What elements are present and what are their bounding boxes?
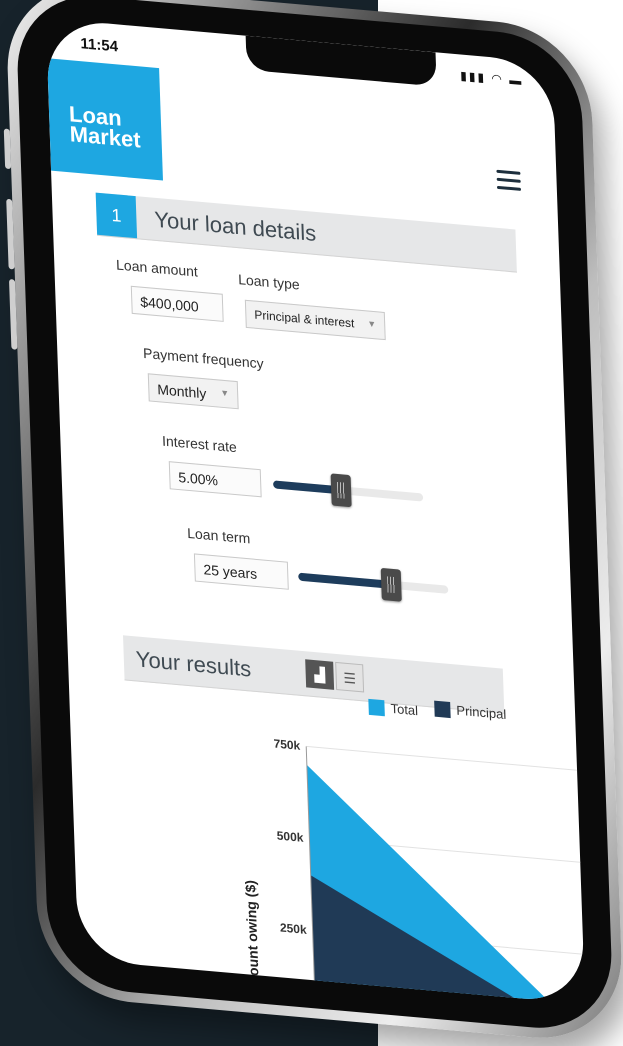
phone-frame: 11:54 ▮▮▮ ◠ ▬ Loan Market 1 Your loan de…	[3, 0, 623, 1046]
step-number: 1	[95, 192, 138, 239]
chevron-down-icon: ▼	[367, 318, 377, 330]
loan-term-slider[interactable]	[298, 567, 449, 602]
interest-rate-input[interactable]: 5.00%	[168, 461, 262, 498]
volume-up-button	[6, 198, 15, 270]
phone-screen: 11:54 ▮▮▮ ◠ ▬ Loan Market 1 Your loan de…	[45, 18, 586, 1005]
results-title: Your results	[135, 646, 252, 682]
legend-principal-swatch	[434, 700, 451, 719]
phone-bezel: 11:54 ▮▮▮ ◠ ▬ Loan Market 1 Your loan de…	[14, 0, 615, 1035]
wifi-icon: ◠	[491, 71, 505, 87]
interest-rate-slider[interactable]	[273, 473, 424, 508]
interest-rate-label: Interest rate	[161, 432, 238, 456]
loan-amount-label: Loan amount	[115, 256, 199, 280]
loan-amount-input[interactable]: $400,000	[130, 285, 224, 322]
hamburger-menu-icon[interactable]	[496, 169, 522, 196]
section-title: Your loan details	[153, 206, 317, 247]
y-tick-label: 250k	[280, 921, 307, 937]
chevron-down-icon: ▼	[220, 387, 230, 399]
signal-icon: ▮▮▮	[460, 68, 487, 85]
legend-principal-label: Principal	[456, 702, 507, 722]
interest-rate-slider-handle[interactable]	[330, 473, 352, 508]
loan-type-select[interactable]: Principal & interest ▼	[244, 299, 386, 341]
bar-chart-icon: ▟	[313, 666, 326, 684]
list-view-button[interactable]: ☰	[335, 661, 365, 693]
status-icons: ▮▮▮ ◠ ▬	[460, 69, 523, 89]
y-tick-label: 500k	[277, 829, 304, 845]
loan-type-value: Principal & interest	[254, 307, 355, 331]
loan-market-logo[interactable]: Loan Market	[47, 58, 163, 181]
payment-frequency-value: Monthly	[157, 381, 207, 402]
loan-term-slider-fill	[298, 572, 392, 589]
loan-term-slider-handle[interactable]	[380, 567, 402, 602]
legend-total-swatch	[368, 698, 385, 717]
loan-type-label: Loan type	[237, 271, 300, 293]
list-icon: ☰	[343, 669, 357, 687]
battery-icon: ▬	[508, 72, 524, 89]
status-time: 11:54	[80, 35, 119, 56]
grid-line-2	[306, 745, 586, 772]
loan-term-label: Loan term	[186, 524, 251, 547]
mute-switch	[3, 128, 12, 170]
legend-total-label: Total	[390, 700, 419, 719]
loan-term-input[interactable]: 25 years	[193, 553, 289, 590]
payment-frequency-label: Payment frequency	[142, 344, 264, 372]
y-tick-label: 750k	[273, 737, 300, 753]
payment-frequency-select[interactable]: Monthly ▼	[147, 373, 239, 410]
y-axis-label: Amount owing ($)	[242, 879, 262, 999]
amount-owing-chart: 250k 500k 750k Amount owing ($)	[242, 737, 586, 1005]
volume-down-button	[8, 279, 18, 350]
chart-view-button[interactable]: ▟	[305, 659, 335, 690]
notch	[245, 35, 437, 87]
